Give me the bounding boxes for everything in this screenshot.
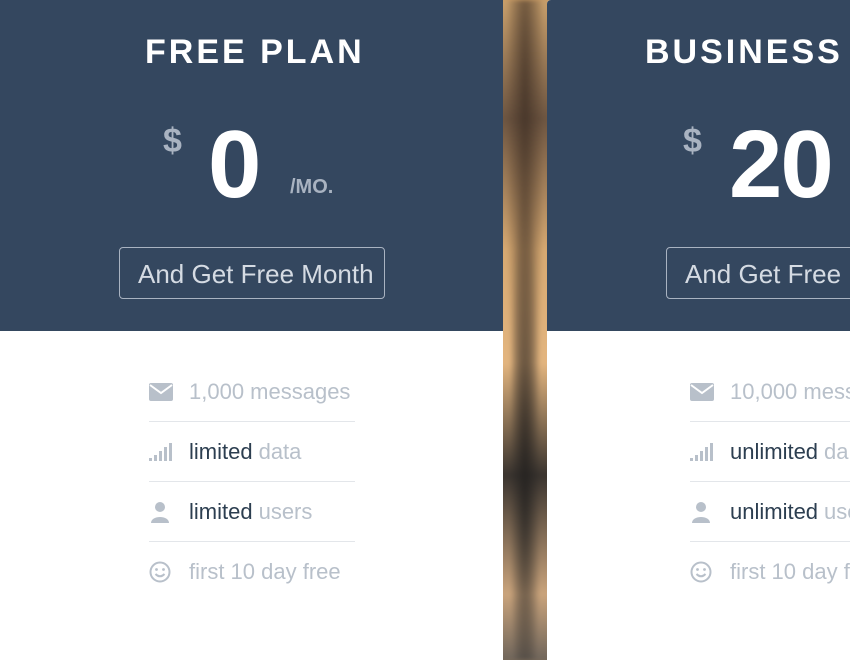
user-icon (149, 500, 179, 524)
feature-item: 1,000 messages (149, 362, 355, 422)
feature-text: first 10 day f (730, 559, 850, 584)
currency-symbol: $ (163, 122, 182, 160)
pricing-card-free: FREE PLAN $ 0 /MO. And Get Free Month 1,… (0, 0, 503, 660)
plan-title: FREE PLAN (145, 33, 365, 71)
feature-item: unlimiteduse (690, 482, 850, 542)
feature-list: 1,000 messages limited data limited users … (149, 362, 355, 602)
feature-highlight: limited (189, 438, 253, 464)
feature-text: first 10 day free (189, 559, 341, 584)
feature-highlight: unlimited (730, 438, 819, 464)
price-amount: 20 (729, 111, 834, 218)
smiley-icon (149, 560, 179, 584)
plan-title: BUSINESS (645, 33, 843, 71)
price-amount: 0 (208, 111, 261, 218)
feature-item: unlimited da (690, 422, 850, 482)
feature-item: first 10 day free (149, 542, 355, 602)
background-photo (500, 0, 550, 660)
get-free-month-button[interactable]: And Get Free M (666, 247, 850, 299)
price-period: /MO. (290, 176, 334, 198)
feature-highlight: limited (189, 498, 253, 524)
pricing-card-header: BUSINESS $ 20 And Get Free M (547, 0, 850, 331)
get-free-month-button[interactable]: And Get Free Month (119, 247, 385, 299)
feature-item: first 10 day f (690, 542, 850, 602)
feature-item: 10,000 mess (690, 362, 850, 422)
smiley-icon (690, 560, 720, 584)
feature-highlight: unlimited (730, 498, 819, 524)
feature-list: 10,000 mess unlimitedda unlimiteduse fir… (690, 362, 850, 602)
feature-item: limited users (149, 482, 355, 542)
signal-icon (690, 440, 720, 464)
feature-text: 10,000 mess (730, 378, 850, 404)
signal-icon (149, 440, 179, 464)
user-icon (690, 500, 720, 524)
pricing-card-business: BUSINESS $ 20 And Get Free M 10,000 mess… (547, 0, 850, 660)
pricing-card-header: FREE PLAN $ 0 /MO. And Get Free Month (0, 0, 503, 331)
feature-text: 1,000 messages (189, 378, 351, 404)
feature-text: use (824, 498, 850, 524)
feature-text: data (258, 438, 302, 464)
envelope-icon (690, 380, 720, 404)
feature-text: da (824, 438, 849, 464)
feature-item: limited data (149, 422, 355, 482)
envelope-icon (149, 380, 179, 404)
currency-symbol: $ (683, 122, 702, 160)
feature-text: users (258, 498, 313, 524)
